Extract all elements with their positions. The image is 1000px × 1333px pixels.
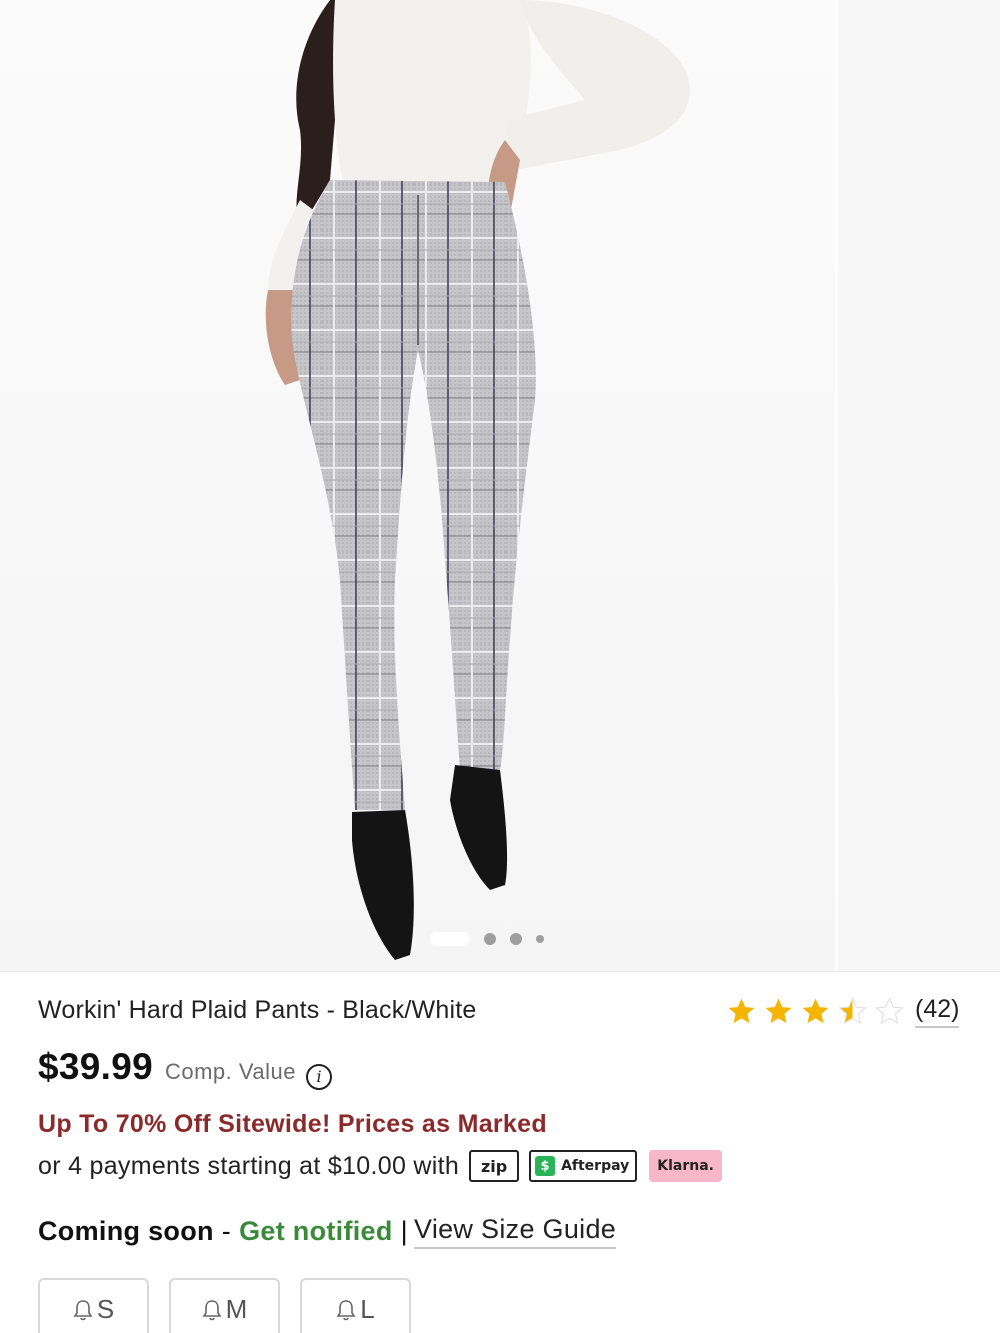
carousel-dot-active[interactable]	[430, 932, 470, 946]
klarna-label: Klarna.	[657, 1158, 714, 1174]
size-option-s[interactable]: S	[38, 1278, 149, 1333]
product-rating[interactable]: (42)	[726, 995, 960, 1028]
product-image-gallery[interactable]	[0, 0, 1000, 972]
product-price: $39.99	[38, 1046, 153, 1087]
star-icon	[765, 998, 792, 1024]
klarna-logo[interactable]: Klarna.	[649, 1150, 722, 1182]
size-label: S	[96, 1294, 115, 1324]
installment-text: or 4 payments starting at $10.00 with	[38, 1151, 460, 1180]
zip-logo[interactable]: zip	[469, 1150, 520, 1182]
review-count-link[interactable]: (42)	[915, 995, 960, 1028]
get-notified-link[interactable]: Get notified	[239, 1216, 393, 1247]
star-empty-icon	[875, 997, 904, 1025]
availability-row: Coming soon - Get notified | View Size G…	[38, 1214, 617, 1249]
size-option-l[interactable]: L	[300, 1278, 411, 1333]
size-guide-link[interactable]: View Size Guide	[414, 1214, 617, 1249]
star-rating	[726, 996, 905, 1027]
afterpay-mark: $	[535, 1156, 556, 1176]
price-row: $39.99 Comp. Value i	[38, 1046, 333, 1090]
comp-value-label: Comp. Value	[164, 1059, 297, 1084]
star-icon	[728, 998, 755, 1024]
carousel-dot[interactable]	[536, 935, 544, 943]
installment-payments: or 4 payments starting at $10.00 with zi…	[38, 1150, 722, 1182]
product-photo	[265, 0, 690, 960]
bell-icon	[336, 1300, 356, 1321]
product-image-next[interactable]	[838, 0, 1000, 972]
size-label: L	[360, 1294, 375, 1324]
zip-label: zip	[480, 1156, 508, 1176]
promo-message: Up To 70% Off Sitewide! Prices as Marked	[38, 1110, 547, 1138]
separator-dash: -	[221, 1216, 232, 1246]
star-icon	[802, 998, 829, 1024]
carousel-dot[interactable]	[484, 933, 496, 945]
product-image-main[interactable]	[0, 0, 835, 972]
separator-pipe: |	[400, 1216, 408, 1246]
carousel-dots	[430, 931, 544, 947]
afterpay-label: Afterpay	[561, 1158, 630, 1174]
size-option-m[interactable]: M	[169, 1278, 280, 1333]
info-icon[interactable]: i	[306, 1063, 333, 1090]
afterpay-logo[interactable]: $ Afterpay	[529, 1150, 638, 1182]
product-title: Workin' Hard Plaid Pants - Black/White	[38, 996, 477, 1024]
bell-icon	[73, 1300, 93, 1321]
size-label: M	[225, 1294, 248, 1324]
star-half-icon	[838, 997, 867, 1025]
gallery-bottom-border	[0, 971, 1000, 972]
size-selector: S M L	[38, 1278, 411, 1333]
carousel-dot[interactable]	[510, 933, 522, 945]
bell-icon	[202, 1300, 222, 1321]
stock-status: Coming soon	[38, 1216, 214, 1246]
